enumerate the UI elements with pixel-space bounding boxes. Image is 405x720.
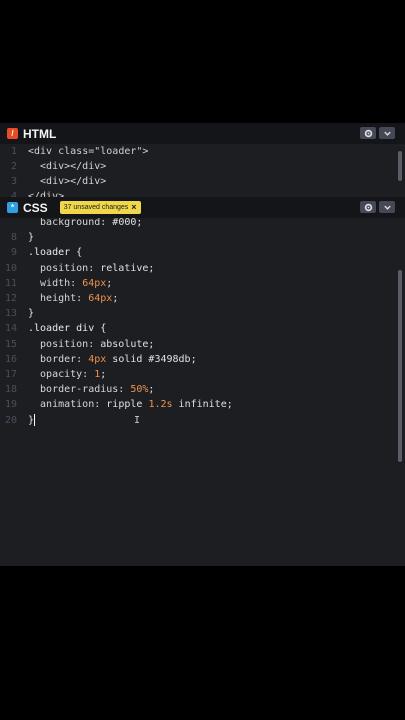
code-token: ; bbox=[100, 369, 107, 380]
line-number: 16 bbox=[4, 353, 17, 365]
line-number: 2 bbox=[10, 161, 17, 172]
code-token: background: bbox=[28, 218, 113, 228]
text-caret bbox=[34, 413, 36, 426]
css-collapse-button[interactable] bbox=[379, 201, 395, 213]
code-token: animation: bbox=[28, 399, 107, 411]
code-token: position: bbox=[28, 262, 101, 274]
html-panel-title: HTML bbox=[23, 126, 57, 141]
code-token: 1.2s bbox=[148, 399, 173, 411]
code-token: 50% bbox=[130, 384, 149, 396]
css-code-line[interactable]: 20} bbox=[0, 413, 36, 428]
css-code-line[interactable]: 13} bbox=[0, 306, 34, 321]
html-code-line[interactable]: 1 <div class="loader"> bbox=[0, 144, 148, 159]
code-token: width: bbox=[28, 277, 83, 289]
html-code-line[interactable]: 3 <div></div> bbox=[0, 174, 106, 189]
html-logo-icon: / bbox=[7, 128, 18, 139]
code-token: class= bbox=[58, 146, 95, 157]
line-number: 14 bbox=[4, 323, 17, 335]
code-token: <div></div> bbox=[28, 176, 107, 187]
css-panel-header: * CSS 37 unsaved changes × bbox=[0, 197, 405, 218]
text-cursor-icon: I bbox=[134, 415, 141, 426]
css-scrollbar[interactable] bbox=[398, 270, 402, 462]
css-code-line[interactable]: 12 height: 64px; bbox=[0, 291, 118, 306]
html-collapse-button[interactable] bbox=[379, 127, 395, 139]
line-number: 4 bbox=[10, 191, 17, 197]
gear-icon bbox=[364, 129, 372, 137]
unsaved-changes-text: 37 unsaved changes bbox=[63, 204, 129, 211]
code-token: ; bbox=[112, 293, 119, 304]
code-token: 4px bbox=[88, 353, 107, 365]
code-token: border: bbox=[28, 353, 89, 365]
code-token: ; bbox=[148, 384, 155, 396]
html-scrollbar[interactable] bbox=[398, 151, 402, 181]
code-token: opacity: bbox=[28, 369, 95, 380]
code-token: "loader" bbox=[94, 146, 143, 157]
css-code-line[interactable]: 18 border-radius: 50%; bbox=[0, 382, 155, 397]
chevron-down-icon bbox=[383, 131, 391, 136]
html-code-area[interactable]: 1 <div class="loader"> 2 <div></div> 3 <div… bbox=[0, 144, 395, 197]
code-token: ripple bbox=[106, 399, 149, 411]
css-code-line[interactable]: 11 width: 64px; bbox=[0, 276, 112, 291]
html-code-line[interactable]: 4 </div> bbox=[0, 189, 64, 197]
line-number: 12 bbox=[4, 293, 17, 304]
code-token: ; bbox=[106, 277, 113, 289]
code-token: } bbox=[28, 232, 35, 244]
code-token: height: bbox=[28, 293, 89, 304]
unsaved-changes-badge[interactable]: 37 unsaved changes × bbox=[59, 201, 141, 214]
line-number: 11 bbox=[4, 277, 17, 289]
code-editor: / HTML 1 <div class="loader"> 2 <div></div… bbox=[0, 123, 405, 566]
code-token: #000; bbox=[112, 218, 143, 228]
code-token: absolute; bbox=[100, 338, 155, 350]
line-number: 20 bbox=[4, 414, 17, 426]
code-token: infinite; bbox=[172, 399, 233, 411]
css-code-line[interactable]: 8} bbox=[0, 230, 34, 245]
chevron-down-icon bbox=[383, 205, 391, 210]
line-number: 15 bbox=[4, 338, 17, 350]
line-number: 17 bbox=[4, 369, 17, 380]
close-icon[interactable]: × bbox=[131, 203, 136, 212]
line-number: 8 bbox=[10, 232, 17, 244]
css-code-area[interactable]: background: #000; 8} 9 .loader {10 position… bbox=[0, 218, 395, 566]
code-token: relative; bbox=[100, 262, 155, 274]
code-token: 64px bbox=[88, 293, 113, 304]
css-panel-title: CSS bbox=[23, 200, 48, 215]
line-number: 13 bbox=[4, 308, 17, 320]
code-token: } bbox=[28, 308, 35, 320]
code-token: > bbox=[142, 146, 149, 157]
line-number: 1 bbox=[10, 146, 17, 157]
code-token: border-radius: bbox=[28, 384, 131, 396]
line-number: 18 bbox=[4, 384, 17, 396]
gear-icon bbox=[364, 203, 372, 211]
code-token: <div bbox=[28, 146, 59, 157]
code-token: solid #3498db; bbox=[106, 353, 197, 365]
code-token: position: bbox=[28, 338, 101, 350]
css-logo-icon: * bbox=[7, 202, 18, 213]
line-number: 19 bbox=[4, 399, 17, 411]
html-code-line[interactable]: 2 <div></div> bbox=[0, 159, 106, 174]
css-code-line[interactable]: 19 animation: ripple 1.2s infinite; bbox=[0, 397, 233, 412]
code-token: .loader { bbox=[28, 247, 83, 259]
html-settings-button[interactable] bbox=[360, 127, 376, 139]
css-code-line[interactable]: 16 border: 4px solid #3498db; bbox=[0, 352, 197, 367]
css-settings-button[interactable] bbox=[360, 201, 376, 213]
html-panel-header: / HTML bbox=[0, 123, 405, 144]
css-code-line[interactable]: 15 position: absolute; bbox=[0, 337, 154, 352]
css-code-line[interactable]: 9 .loader { bbox=[0, 245, 82, 260]
line-number: 3 bbox=[10, 176, 17, 187]
css-code-line[interactable]: 10 position: relative; bbox=[0, 261, 154, 276]
css-code-line[interactable]: 17 opacity: 1; bbox=[0, 367, 106, 382]
code-token: .loader div { bbox=[28, 323, 107, 335]
code-token: <div></div> bbox=[28, 161, 107, 172]
line-number: 10 bbox=[4, 262, 17, 274]
css-code-line[interactable]: 14 .loader div { bbox=[0, 321, 106, 336]
code-token: 64px bbox=[82, 277, 107, 289]
css-code-line[interactable]: background: #000; bbox=[0, 218, 142, 230]
line-number: 9 bbox=[10, 247, 17, 259]
